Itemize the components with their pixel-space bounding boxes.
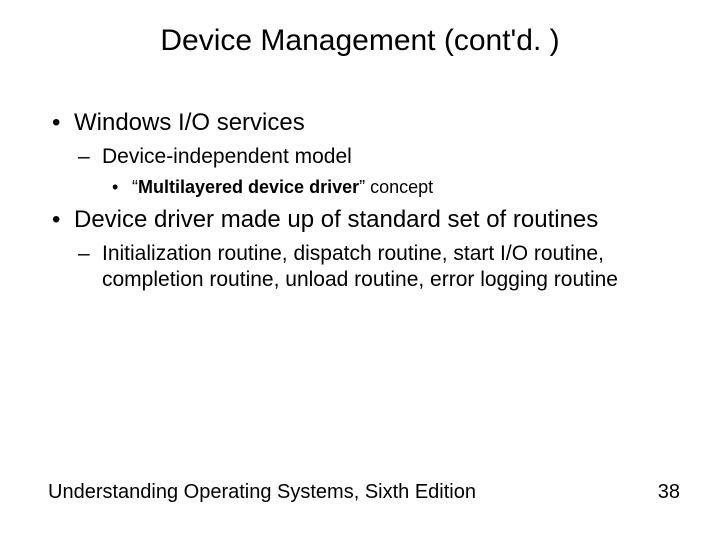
bullet-level1: Device driver made up of standard set of… bbox=[48, 205, 680, 235]
slide: Device Management (cont'd. ) Windows I/O… bbox=[0, 0, 720, 540]
bullet-level2: Initialization routine, dispatch routine… bbox=[48, 241, 680, 294]
bullet-level2: Device-independent model bbox=[48, 144, 680, 170]
footer-text: Understanding Operating Systems, Sixth E… bbox=[48, 481, 476, 504]
text-fragment: ” concept bbox=[359, 177, 433, 197]
page-number: 38 bbox=[658, 481, 680, 504]
bullet-level1: Windows I/O services bbox=[48, 108, 680, 138]
slide-body: Windows I/O services Device-independent … bbox=[48, 108, 680, 299]
slide-title: Device Management (cont'd. ) bbox=[0, 24, 720, 58]
bullet-level3: “Multilayered device driver” concept bbox=[48, 176, 680, 199]
text-bold: Multilayered device driver bbox=[138, 177, 359, 197]
